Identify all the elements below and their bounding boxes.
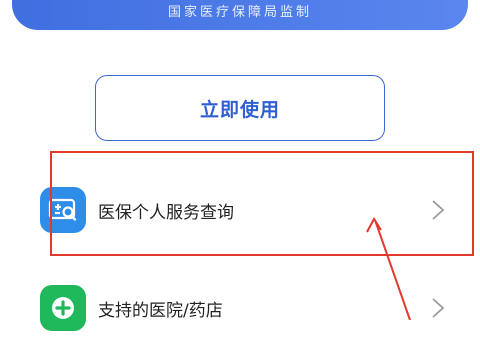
menu-item-supported-hospitals[interactable]: 支持的医院/药店 bbox=[0, 278, 480, 338]
highlight-box bbox=[50, 151, 474, 256]
plus-circle-icon bbox=[40, 285, 86, 331]
top-banner: 国家医疗保障局监制 bbox=[12, 0, 468, 30]
use-now-button[interactable]: 立即使用 bbox=[95, 75, 385, 141]
menu-item-label: 支持的医院/药店 bbox=[98, 300, 223, 321]
use-now-label: 立即使用 bbox=[199, 98, 280, 121]
chevron-right-icon bbox=[432, 298, 445, 318]
banner-text: 国家医疗保障局监制 bbox=[167, 5, 312, 20]
